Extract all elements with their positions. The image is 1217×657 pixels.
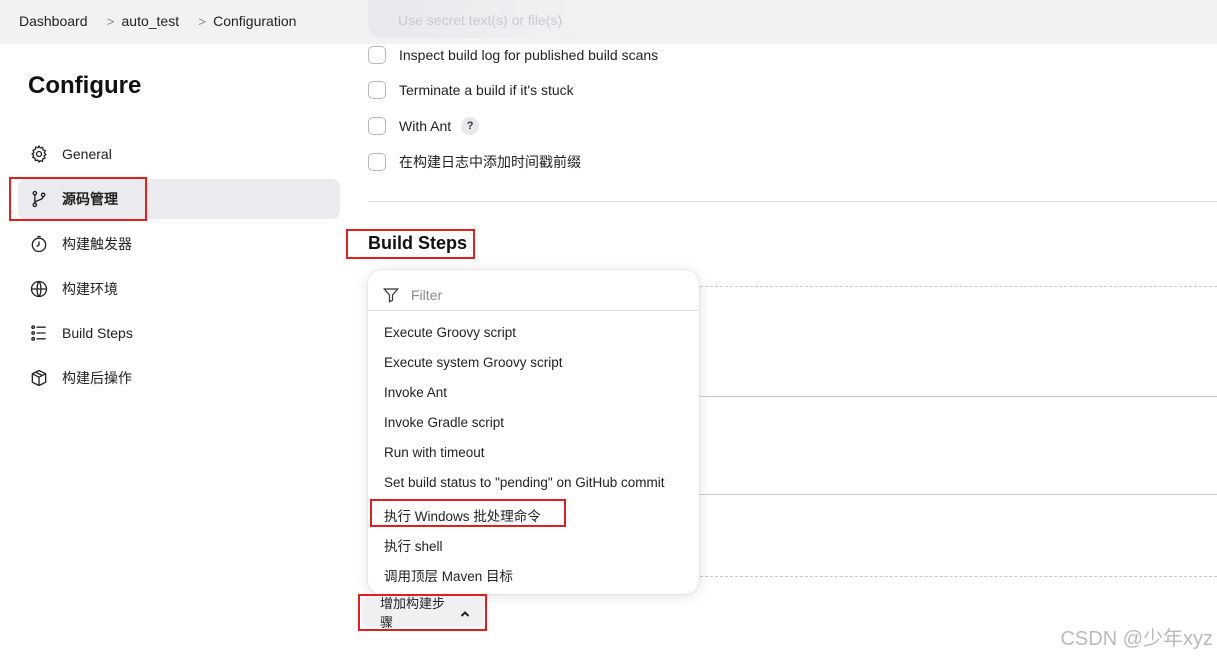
step-outline — [700, 494, 1217, 495]
breadcrumb-bar: Use secret text(s) or file(s) Dashboard … — [0, 0, 1217, 44]
menu-item-execute-system-groovy[interactable]: Execute system Groovy script — [384, 355, 563, 370]
step-outline — [700, 396, 1217, 397]
help-icon[interactable]: ? — [461, 117, 480, 135]
page-title: Configure — [28, 72, 142, 99]
step-outline — [700, 576, 1217, 577]
menu-item-windows-batch[interactable]: 执行 Windows 批处理命令 — [384, 505, 541, 525]
sidebar-item-label: 源码管理 — [62, 191, 118, 207]
watermark: CSDN @少年xyz — [1060, 628, 1213, 650]
step-outline — [700, 286, 1217, 287]
option-with-ant[interactable]: With Ant ? — [368, 117, 480, 135]
checkbox[interactable] — [368, 117, 386, 135]
option-label: Terminate a build if it's stuck — [399, 82, 574, 98]
package-icon — [28, 367, 50, 389]
checkbox[interactable] — [368, 46, 386, 64]
branch-icon — [28, 188, 50, 210]
filter-icon — [382, 288, 400, 303]
menu-item-invoke-ant[interactable]: Invoke Ant — [384, 385, 447, 400]
build-steps-title: Build Steps — [368, 233, 468, 253]
option-label: With Ant — [399, 118, 452, 134]
filter-field[interactable] — [382, 280, 685, 310]
menu-item-shell[interactable]: 执行 shell — [384, 535, 443, 555]
sidebar-item-source-control[interactable]: 源码管理 — [18, 179, 340, 219]
menu-item-github-pending[interactable]: Set build status to "pending" on GitHub … — [384, 475, 664, 490]
checkbox[interactable] — [368, 153, 386, 171]
sidebar-item-label: Build Steps — [62, 325, 133, 341]
sidebar-item-label: General — [62, 146, 112, 162]
option-terminate-stuck[interactable]: Terminate a build if it's stuck — [368, 81, 574, 99]
sidebar-item-build-environment[interactable]: 构建环境 — [18, 269, 340, 309]
add-build-step-label: 增加构建步骤 — [380, 596, 446, 630]
gear-icon — [28, 143, 50, 165]
filter-divider — [368, 310, 699, 311]
menu-item-execute-groovy[interactable]: Execute Groovy script — [384, 325, 516, 340]
checkbox[interactable] — [368, 81, 386, 99]
section-divider — [368, 201, 1217, 202]
globe-icon — [28, 278, 50, 300]
option-inspect-build-log[interactable]: Inspect build log for published build sc… — [368, 46, 658, 64]
option-label: Inspect build log for published build sc… — [399, 47, 659, 63]
menu-item-maven[interactable]: 调用顶层 Maven 目标 — [384, 565, 513, 585]
breadcrumb: Dashboard > auto_test > Configuration — [19, 13, 308, 29]
option-timestamps[interactable]: 在构建日志中添加时间戳前缀 — [368, 152, 581, 172]
sidebar-item-general[interactable]: General — [18, 134, 340, 174]
menu-item-run-with-timeout[interactable]: Run with timeout — [384, 445, 485, 460]
chevron-up-icon — [460, 607, 470, 617]
timer-icon — [28, 233, 50, 255]
sidebar-item-label: 构建环境 — [62, 281, 118, 297]
breadcrumb-configuration[interactable]: Configuration — [213, 13, 296, 29]
chevron-right-icon: > — [106, 13, 115, 29]
ghost-option: Use secret text(s) or file(s) — [368, 0, 608, 38]
sidebar-item-post-build[interactable]: 构建后操作 — [18, 358, 340, 398]
add-build-step-button[interactable]: 增加构建步骤 — [362, 596, 484, 630]
chevron-right-icon: > — [198, 13, 206, 29]
add-step-dropdown: Execute Groovy script Execute system Gro… — [368, 270, 699, 594]
breadcrumb-auto-test[interactable]: auto_test — [122, 13, 180, 29]
sidebar-item-label: 构建后操作 — [62, 370, 132, 386]
list-icon — [28, 322, 50, 344]
breadcrumb-dashboard[interactable]: Dashboard — [19, 13, 88, 29]
sidebar-item-label: 构建触发器 — [62, 236, 132, 252]
sidebar-item-build-triggers[interactable]: 构建触发器 — [18, 224, 340, 264]
option-label: 在构建日志中添加时间戳前缀 — [399, 154, 581, 170]
sidebar-item-build-steps[interactable]: Build Steps — [18, 313, 340, 353]
filter-input[interactable] — [409, 286, 673, 304]
menu-item-invoke-gradle[interactable]: Invoke Gradle script — [384, 415, 504, 430]
